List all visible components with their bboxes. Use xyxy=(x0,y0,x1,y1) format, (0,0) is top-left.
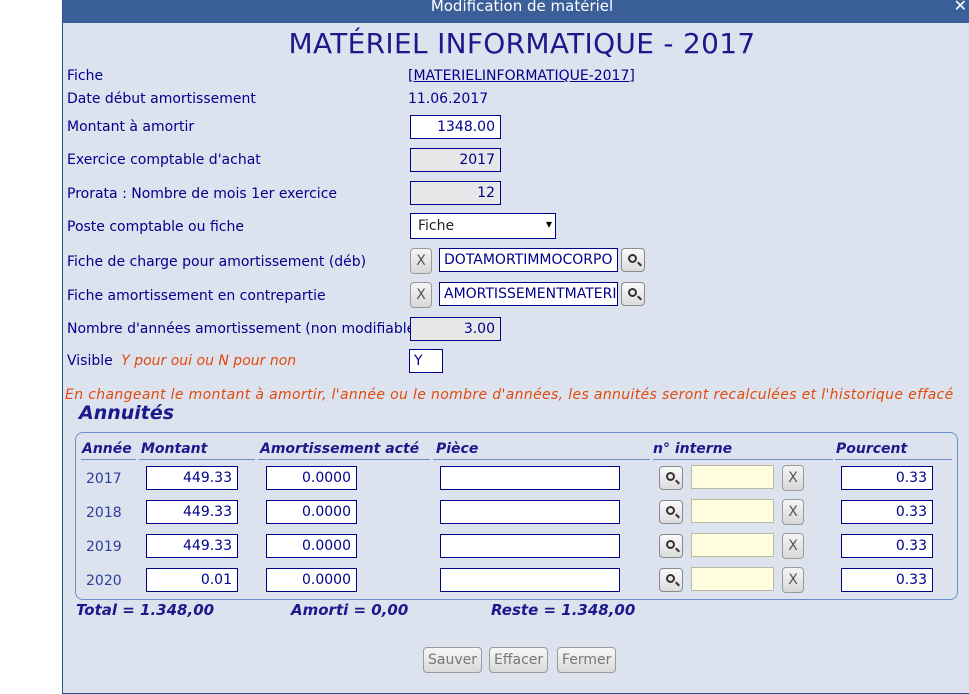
row-internal-number[interactable] xyxy=(691,567,774,591)
poste-select[interactable]: Fiche xyxy=(410,213,556,239)
header-piece: Pièce xyxy=(436,441,479,457)
search-icon xyxy=(666,472,675,481)
row-pourcent-input[interactable]: 0.33 xyxy=(841,466,933,490)
row-internal-number[interactable] xyxy=(691,499,774,523)
row-search-button[interactable] xyxy=(659,568,683,592)
prorata-label: Prorata : Nombre de mois 1er exercice xyxy=(67,186,337,202)
header-divider xyxy=(835,459,952,460)
exercice-label: Exercice comptable d'achat xyxy=(67,152,261,168)
dialog-titlebar: Modification de matériel ✕ xyxy=(63,0,969,23)
search-icon xyxy=(628,288,637,297)
visible-label-row: Visible Y pour oui ou N pour non xyxy=(67,353,296,369)
row-pourcent-input[interactable]: 0.33 xyxy=(841,500,933,524)
header-divider xyxy=(653,459,833,460)
nb-annees-input[interactable]: 3.00 xyxy=(410,317,501,341)
row-year: 2019 xyxy=(86,539,122,555)
header-divider xyxy=(139,459,255,460)
prorata-input[interactable]: 12 xyxy=(410,181,501,205)
annuites-title: Annuités xyxy=(79,402,175,424)
header-numero-interne: n° interne xyxy=(653,441,733,457)
montant-input[interactable]: 1348.00 xyxy=(410,115,501,139)
save-button[interactable]: Sauver xyxy=(423,647,482,673)
header-montant: Montant xyxy=(141,441,208,457)
poste-label: Poste comptable ou fiche xyxy=(67,219,244,235)
row-pourcent-input[interactable]: 0.33 xyxy=(841,568,933,592)
close-icon[interactable]: ✕ xyxy=(954,0,967,15)
row-pourcent-input[interactable]: 0.33 xyxy=(841,534,933,558)
recalc-warning: En changeant le montant à amortir, l'ann… xyxy=(65,387,954,403)
row-piece-input[interactable] xyxy=(440,568,620,592)
fiche-charge-label: Fiche de charge pour amortissement (déb) xyxy=(67,254,367,270)
row-clear-button[interactable]: X xyxy=(782,499,804,525)
row-montant-input[interactable]: 449.33 xyxy=(146,500,238,524)
visible-label: Visible xyxy=(67,353,113,369)
row-clear-button[interactable]: X xyxy=(782,567,804,593)
clear-fiche-contrepartie-button[interactable]: X xyxy=(410,282,432,308)
header-amortissement: Amortissement acté xyxy=(260,441,420,457)
search-icon xyxy=(666,506,675,515)
search-fiche-charge-button[interactable] xyxy=(621,248,645,272)
annuites-table: Année Montant Amortissement acté Pièce n… xyxy=(75,432,958,600)
row-piece-input[interactable] xyxy=(440,500,620,524)
header-divider xyxy=(81,459,136,460)
row-amortissement-input[interactable]: 0.0000 xyxy=(266,466,357,490)
close-button[interactable]: Fermer xyxy=(557,647,617,673)
fiche-contrepartie-input[interactable]: AMORTISSEMENTMATERIEL xyxy=(439,282,618,306)
nb-annees-label: Nombre d'années amortissement (non modif… xyxy=(67,321,421,337)
row-search-button[interactable] xyxy=(659,466,683,490)
fiche-link[interactable]: [MATERIELINFORMATIQUE-2017] xyxy=(408,68,635,84)
row-internal-number[interactable] xyxy=(691,465,774,489)
visible-hint: Y pour oui ou N pour non xyxy=(121,353,297,369)
header-divider xyxy=(433,459,650,460)
date-debut-value: 11.06.2017 xyxy=(408,91,489,107)
total-amount: Total = 1.348,00 xyxy=(76,601,215,619)
row-year: 2020 xyxy=(86,573,122,589)
edit-dialog: Modification de matériel ✕ MATÉRIEL INFO… xyxy=(62,0,969,694)
row-search-button[interactable] xyxy=(659,534,683,558)
row-montant-input[interactable]: 0.01 xyxy=(146,568,238,592)
row-internal-number[interactable] xyxy=(691,533,774,557)
fiche-contrepartie-label: Fiche amortissement en contrepartie xyxy=(67,288,326,304)
poste-select-value: Fiche xyxy=(418,218,455,234)
date-debut-label: Date début amortissement xyxy=(67,91,256,107)
row-montant-input[interactable]: 449.33 xyxy=(146,534,238,558)
exercice-input[interactable]: 2017 xyxy=(410,148,501,172)
row-year: 2018 xyxy=(86,505,122,521)
dialog-title: Modification de matériel xyxy=(430,0,614,15)
row-montant-input[interactable]: 449.33 xyxy=(146,466,238,490)
search-icon xyxy=(666,574,675,583)
row-amortissement-input[interactable]: 0.0000 xyxy=(266,568,357,592)
reste-amount: Reste = 1.348,00 xyxy=(491,601,636,619)
montant-label: Montant à amortir xyxy=(67,119,195,135)
header-divider xyxy=(258,459,430,460)
row-piece-input[interactable] xyxy=(440,466,620,490)
row-clear-button[interactable]: X xyxy=(782,533,804,559)
clear-fiche-charge-button[interactable]: X xyxy=(410,248,432,274)
row-amortissement-input[interactable]: 0.0000 xyxy=(266,534,357,558)
row-year: 2017 xyxy=(86,471,122,487)
page-title: MATÉRIEL INFORMATIQUE - 2017 xyxy=(288,27,756,60)
header-annee: Année xyxy=(82,441,132,457)
search-icon xyxy=(628,254,637,263)
delete-button[interactable]: Effacer xyxy=(489,647,549,673)
fiche-label: Fiche xyxy=(67,68,104,84)
row-amortissement-input[interactable]: 0.0000 xyxy=(266,500,357,524)
search-fiche-contrepartie-button[interactable] xyxy=(621,282,645,306)
amorti-amount: Amorti = 0,00 xyxy=(291,601,409,619)
row-piece-input[interactable] xyxy=(440,534,620,558)
visible-input[interactable]: Y xyxy=(409,349,443,373)
row-clear-button[interactable]: X xyxy=(782,465,804,491)
header-pourcent: Pourcent xyxy=(836,441,908,457)
row-search-button[interactable] xyxy=(659,500,683,524)
search-icon xyxy=(666,540,675,549)
fiche-charge-input[interactable]: DOTAMORTIMMOCORPO xyxy=(439,248,618,272)
